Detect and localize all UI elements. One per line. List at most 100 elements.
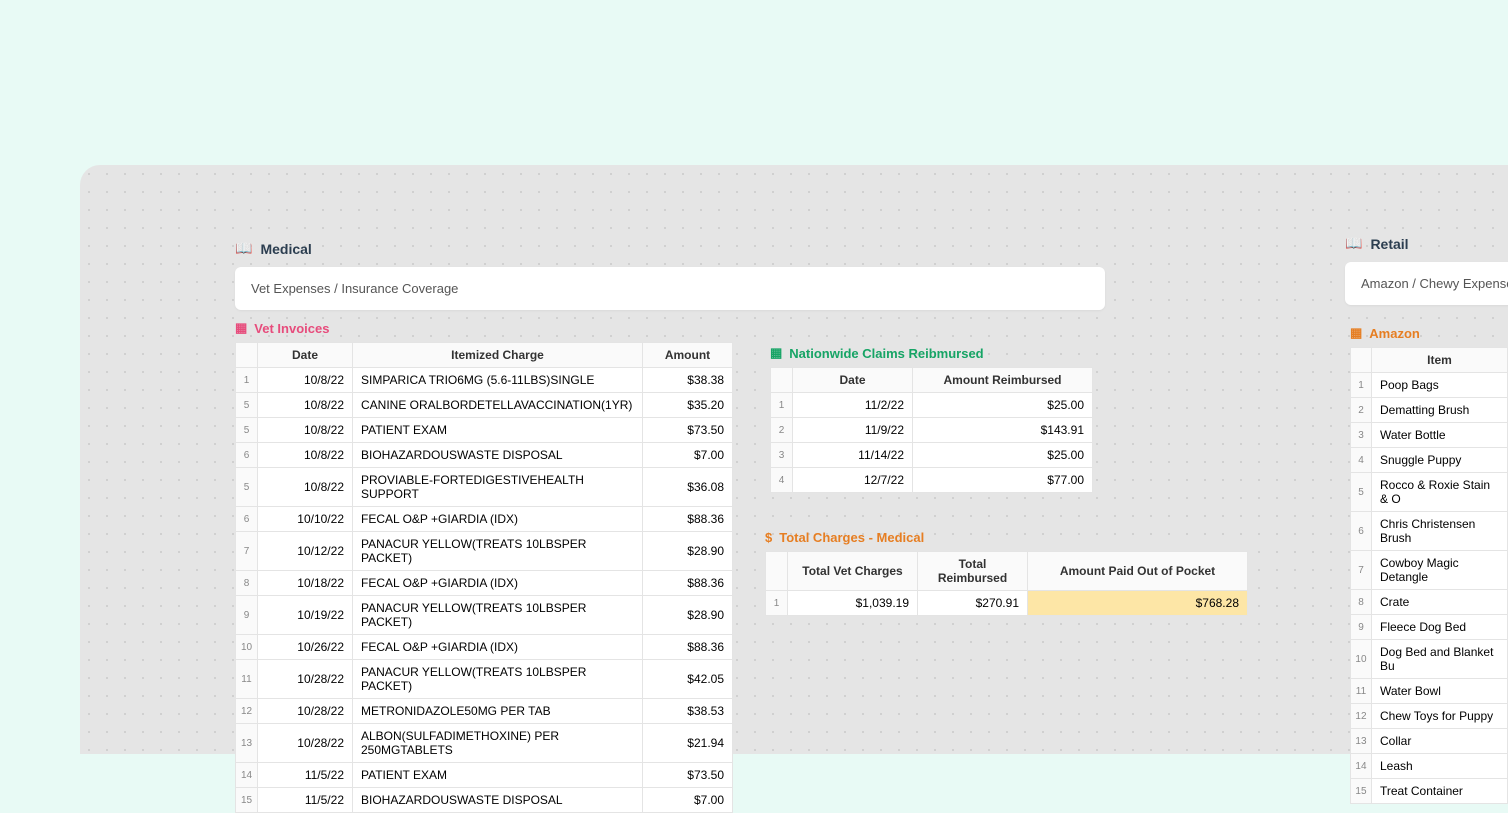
date-cell[interactable]: 10/8/22 [258, 418, 353, 443]
date-cell[interactable]: 11/2/22 [793, 393, 913, 418]
amount-cell[interactable]: $28.90 [643, 596, 733, 635]
item-cell[interactable]: Cowboy Magic Detangle [1371, 551, 1507, 590]
item-cell[interactable]: Water Bottle [1371, 423, 1507, 448]
table-row[interactable]: 610/10/22FECAL O&P +GIARDIA (IDX)$88.36 [236, 507, 733, 532]
item-cell[interactable]: Poop Bags [1371, 373, 1507, 398]
table-row[interactable]: 211/9/22$143.91 [771, 418, 1093, 443]
date-cell[interactable]: 10/18/22 [258, 571, 353, 596]
date-cell[interactable]: 10/28/22 [258, 699, 353, 724]
charge-cell[interactable]: FECAL O&P +GIARDIA (IDX) [353, 635, 643, 660]
date-cell[interactable]: 10/28/22 [258, 660, 353, 699]
charge-cell[interactable]: METRONIDAZOLE50MG PER TAB [353, 699, 643, 724]
amount-cell[interactable]: $38.38 [643, 368, 733, 393]
item-cell[interactable]: Dog Bed and Blanket Bu [1371, 640, 1507, 679]
amount-cell[interactable]: $35.20 [643, 393, 733, 418]
table-row[interactable]: 9Fleece Dog Bed [1351, 615, 1508, 640]
table-row[interactable]: 1 $1,039.19 $270.91 $768.28 [766, 591, 1248, 616]
date-cell[interactable]: 11/14/22 [793, 443, 913, 468]
table-row[interactable]: 10Dog Bed and Blanket Bu [1351, 640, 1508, 679]
charge-cell[interactable]: PANACUR YELLOW(TREATS 10LBSPER PACKET) [353, 596, 643, 635]
amount-cell[interactable]: $7.00 [643, 788, 733, 813]
amount-cell[interactable]: $73.50 [643, 763, 733, 788]
amount-cell[interactable]: $25.00 [913, 443, 1093, 468]
table-row[interactable]: 311/14/22$25.00 [771, 443, 1093, 468]
total-reimbursed-cell[interactable]: $270.91 [918, 591, 1028, 616]
vet-invoices-table[interactable]: Date Itemized Charge Amount 110/8/22SIMP… [235, 342, 733, 813]
table-row[interactable]: 1411/5/22PATIENT EXAM$73.50 [236, 763, 733, 788]
amount-cell[interactable]: $36.08 [643, 468, 733, 507]
item-cell[interactable]: Crate [1371, 590, 1507, 615]
item-cell[interactable]: Fleece Dog Bed [1371, 615, 1507, 640]
col-charge-header[interactable]: Itemized Charge [353, 343, 643, 368]
charge-cell[interactable]: CANINE ORALBORDETELLAVACCINATION(1YR) [353, 393, 643, 418]
amount-cell[interactable]: $7.00 [643, 443, 733, 468]
table-row[interactable]: 110/8/22SIMPARICA TRIO6MG (5.6-11LBS)SIN… [236, 368, 733, 393]
charge-cell[interactable]: BIOHAZARDOUSWASTE DISPOSAL [353, 443, 643, 468]
item-cell[interactable]: Chew Toys for Puppy [1371, 704, 1507, 729]
date-cell[interactable]: 10/28/22 [258, 724, 353, 763]
date-cell[interactable]: 10/8/22 [258, 368, 353, 393]
table-row[interactable]: 510/8/22PATIENT EXAM$73.50 [236, 418, 733, 443]
table-row[interactable]: 510/8/22CANINE ORALBORDETELLAVACCINATION… [236, 393, 733, 418]
table-row[interactable]: 1010/26/22FECAL O&P +GIARDIA (IDX)$88.36 [236, 635, 733, 660]
amount-cell[interactable]: $28.90 [643, 532, 733, 571]
table-row[interactable]: 4Snuggle Puppy [1351, 448, 1508, 473]
amount-cell[interactable]: $77.00 [913, 468, 1093, 493]
charge-cell[interactable]: FECAL O&P +GIARDIA (IDX) [353, 571, 643, 596]
table-row[interactable]: 1511/5/22BIOHAZARDOUSWASTE DISPOSAL$7.00 [236, 788, 733, 813]
table-row[interactable]: 1210/28/22METRONIDAZOLE50MG PER TAB$38.5… [236, 699, 733, 724]
date-cell[interactable]: 12/7/22 [793, 468, 913, 493]
date-cell[interactable]: 10/8/22 [258, 468, 353, 507]
col-date-header[interactable]: Date [258, 343, 353, 368]
col-item-header[interactable]: Item [1371, 348, 1507, 373]
charge-cell[interactable]: PATIENT EXAM [353, 418, 643, 443]
col-total-reimbursed-header[interactable]: Total Reimbursed [918, 552, 1028, 591]
table-row[interactable]: 14Leash [1351, 754, 1508, 779]
date-cell[interactable]: 10/10/22 [258, 507, 353, 532]
table-row[interactable]: 3Water Bottle [1351, 423, 1508, 448]
date-cell[interactable]: 10/12/22 [258, 532, 353, 571]
col-out-of-pocket-header[interactable]: Amount Paid Out of Pocket [1028, 552, 1248, 591]
item-cell[interactable]: Water Bowl [1371, 679, 1507, 704]
retail-note[interactable]: Amazon / Chewy Expenses [1345, 262, 1508, 305]
amount-cell[interactable]: $73.50 [643, 418, 733, 443]
table-row[interactable]: 5Rocco & Roxie Stain & O [1351, 473, 1508, 512]
amount-cell[interactable]: $88.36 [643, 635, 733, 660]
table-row[interactable]: 111/2/22$25.00 [771, 393, 1093, 418]
charge-cell[interactable]: FECAL O&P +GIARDIA (IDX) [353, 507, 643, 532]
amazon-table[interactable]: Item 1Poop Bags2Dematting Brush3Water Bo… [1350, 347, 1508, 804]
item-cell[interactable]: Treat Container [1371, 779, 1507, 804]
table-row[interactable]: 15Treat Container [1351, 779, 1508, 804]
table-row[interactable]: 510/8/22PROVIABLE-FORTEDIGESTIVEHEALTH S… [236, 468, 733, 507]
table-row[interactable]: 12Chew Toys for Puppy [1351, 704, 1508, 729]
item-cell[interactable]: Snuggle Puppy [1371, 448, 1507, 473]
date-cell[interactable]: 11/5/22 [258, 763, 353, 788]
table-row[interactable]: 7Cowboy Magic Detangle [1351, 551, 1508, 590]
table-row[interactable]: 11Water Bowl [1351, 679, 1508, 704]
amount-cell[interactable]: $25.00 [913, 393, 1093, 418]
table-row[interactable]: 710/12/22PANACUR YELLOW(TREATS 10LBSPER … [236, 532, 733, 571]
table-row[interactable]: 6Chris Christensen Brush [1351, 512, 1508, 551]
col-date-header[interactable]: Date [793, 368, 913, 393]
col-total-charges-header[interactable]: Total Vet Charges [788, 552, 918, 591]
amount-cell[interactable]: $88.36 [643, 571, 733, 596]
charge-cell[interactable]: PANACUR YELLOW(TREATS 10LBSPER PACKET) [353, 660, 643, 699]
item-cell[interactable]: Collar [1371, 729, 1507, 754]
table-row[interactable]: 1Poop Bags [1351, 373, 1508, 398]
claims-table[interactable]: Date Amount Reimbursed 111/2/22$25.00211… [770, 367, 1093, 493]
medical-note[interactable]: Vet Expenses / Insurance Coverage [235, 267, 1105, 310]
date-cell[interactable]: 10/26/22 [258, 635, 353, 660]
item-cell[interactable]: Chris Christensen Brush [1371, 512, 1507, 551]
out-of-pocket-cell[interactable]: $768.28 [1028, 591, 1248, 616]
charge-cell[interactable]: SIMPARICA TRIO6MG (5.6-11LBS)SINGLE [353, 368, 643, 393]
charge-cell[interactable]: PATIENT EXAM [353, 763, 643, 788]
charge-cell[interactable]: ALBON(SULFADIMETHOXINE) PER 250MGTABLETS [353, 724, 643, 763]
item-cell[interactable]: Leash [1371, 754, 1507, 779]
table-row[interactable]: 1310/28/22ALBON(SULFADIMETHOXINE) PER 25… [236, 724, 733, 763]
date-cell[interactable]: 11/9/22 [793, 418, 913, 443]
col-amount-header[interactable]: Amount [643, 343, 733, 368]
charge-cell[interactable]: PANACUR YELLOW(TREATS 10LBSPER PACKET) [353, 532, 643, 571]
table-row[interactable]: 412/7/22$77.00 [771, 468, 1093, 493]
item-cell[interactable]: Rocco & Roxie Stain & O [1371, 473, 1507, 512]
table-row[interactable]: 910/19/22PANACUR YELLOW(TREATS 10LBSPER … [236, 596, 733, 635]
